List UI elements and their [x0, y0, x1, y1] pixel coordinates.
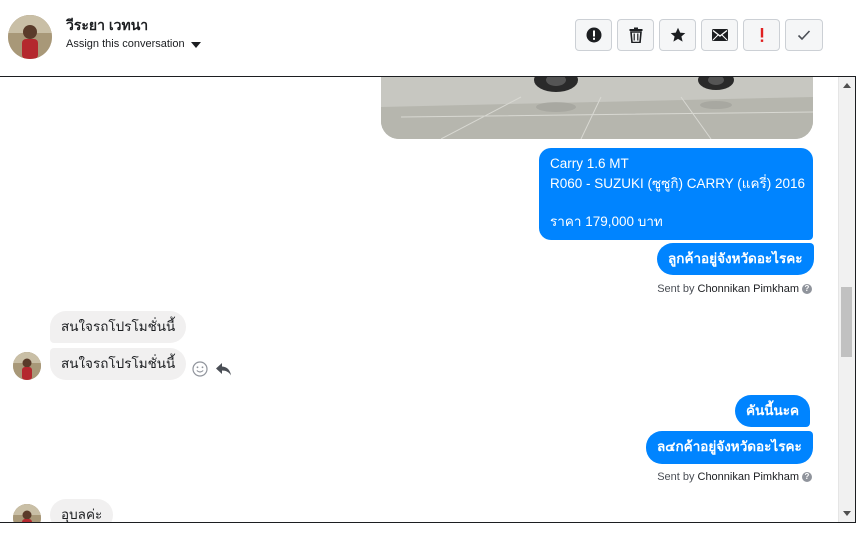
car-photo-attachment[interactable] [381, 77, 813, 139]
sent-by-label: Sent by Chonnikan Pimkham ? [657, 283, 812, 295]
thread-scrollbar[interactable] [838, 77, 855, 522]
exclamation-circle-icon [586, 27, 601, 43]
sent-by-label: Sent by Chonnikan Pimkham ? [657, 471, 812, 483]
outgoing-message[interactable]: คันนี้นะค [735, 395, 810, 427]
exclamation-icon [760, 28, 763, 42]
agent-name: Chonnikan Pimkham [697, 471, 800, 483]
checkmark-icon [797, 30, 811, 41]
outgoing-message[interactable]: ล๔กค้าอยู่จังหวัดอะไรคะ [646, 431, 813, 464]
smiley-icon[interactable] [192, 361, 208, 377]
agent-name: Chonnikan Pimkham [697, 283, 800, 295]
message-tools [192, 361, 232, 377]
envelope-icon [711, 29, 728, 41]
outgoing-message-car-details[interactable]: Carry 1.6 MT R060 - SUZUKI (ซูซูกิ) CARR… [539, 148, 813, 240]
assign-conversation-dropdown[interactable]: Assign this conversation [66, 38, 201, 50]
sender-avatar[interactable] [13, 352, 41, 380]
car-price-text: ราคา 179,000 บาท [550, 214, 663, 229]
important-button[interactable] [743, 19, 780, 51]
help-icon[interactable]: ? [802, 284, 812, 294]
scrollbar-thumb[interactable] [841, 287, 852, 357]
incoming-message[interactable]: อุบลค่ะ [50, 499, 114, 522]
help-icon[interactable]: ? [802, 472, 812, 482]
conversation-header: วีระยา เวทนา Assign this conversation [0, 0, 858, 76]
contact-avatar[interactable] [8, 15, 52, 59]
contact-name: วีระยา เวทนา [66, 17, 149, 33]
assign-label: Assign this conversation [66, 38, 185, 50]
mark-spam-button[interactable] [575, 19, 612, 51]
mark-unread-button[interactable] [701, 19, 738, 51]
car-listing-text: R060 - SUZUKI (ซูซูกิ) CARRY (แครี่) 201… [550, 176, 806, 191]
done-button[interactable] [785, 19, 823, 51]
star-button[interactable] [659, 19, 696, 51]
scroll-down-arrow-icon[interactable] [843, 511, 851, 516]
outgoing-message[interactable]: ลูกค้าอยู่จังหวัดอะไรคะ [657, 243, 814, 275]
conversation-actions [575, 19, 823, 51]
sender-avatar[interactable] [13, 504, 41, 522]
message-thread[interactable]: Carry 1.6 MT R060 - SUZUKI (ซูซูกิ) CARR… [0, 76, 856, 523]
incoming-message[interactable]: สนใจรถโปรโมชั่นนี้ [50, 311, 187, 343]
scroll-up-arrow-icon[interactable] [843, 83, 851, 88]
car-model-text: Carry 1.6 MT [550, 156, 629, 171]
reply-icon[interactable] [215, 362, 232, 376]
delete-button[interactable] [617, 19, 654, 51]
caret-down-icon [190, 41, 201, 48]
trash-icon [629, 27, 642, 43]
incoming-message[interactable]: สนใจรถโปรโมชั่นนี้ [50, 348, 187, 380]
star-icon [670, 27, 685, 42]
